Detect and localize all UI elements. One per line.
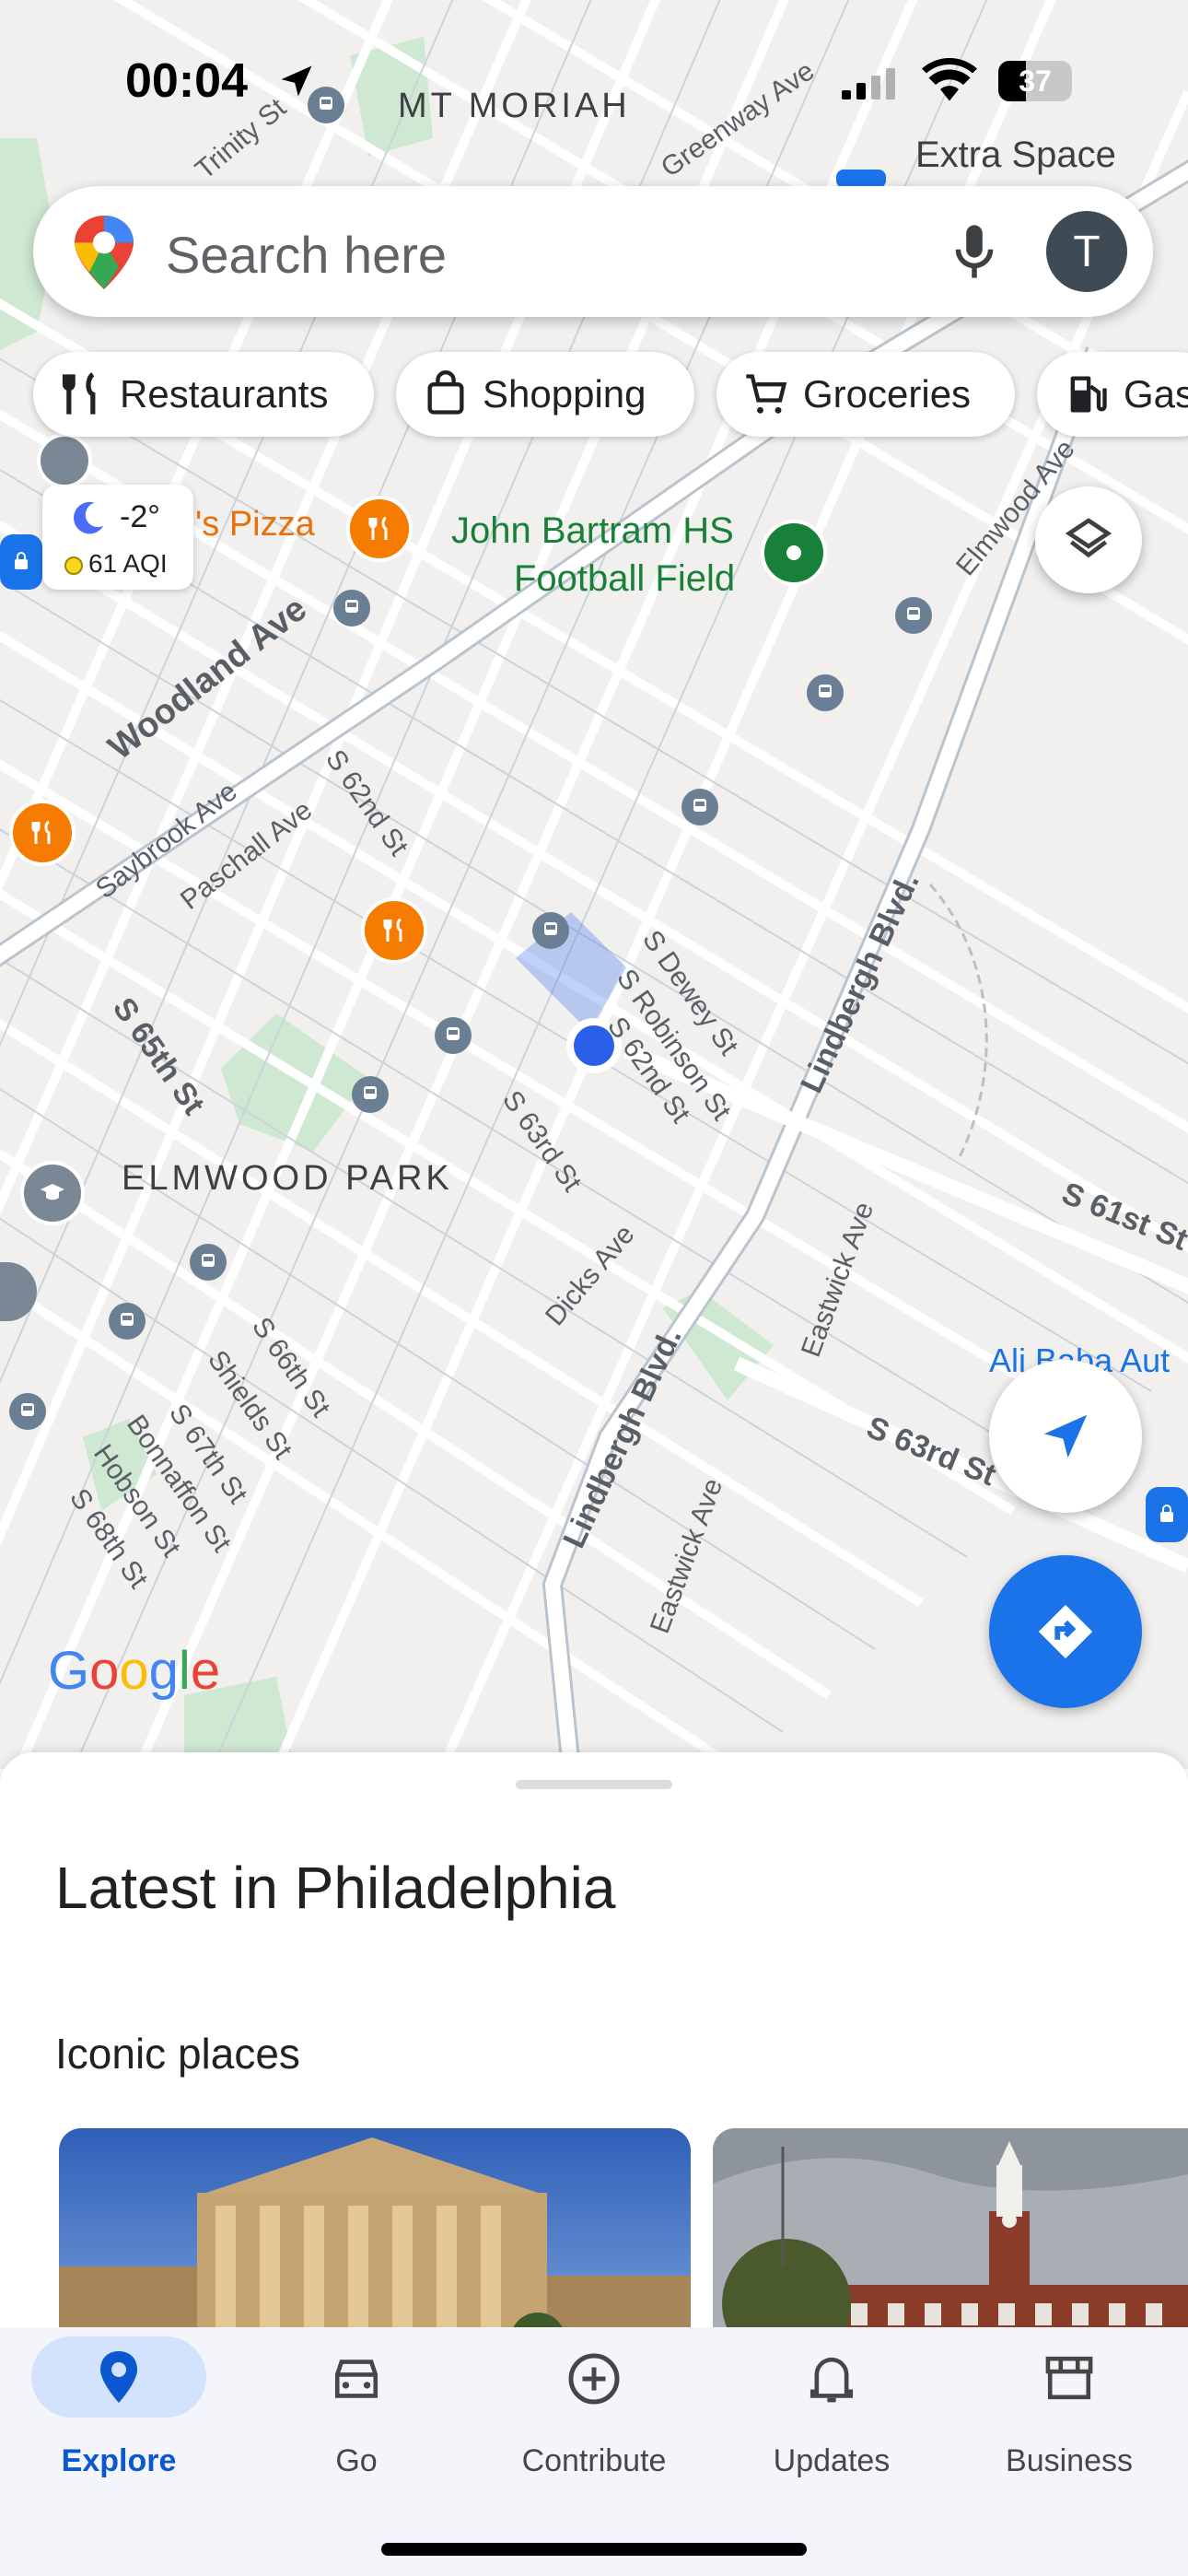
chip-label: Gas xyxy=(1124,372,1188,416)
microphone-icon[interactable] xyxy=(954,221,995,282)
chip-gas[interactable]: Gas xyxy=(1037,352,1188,437)
transit-stop-icon[interactable] xyxy=(352,1076,389,1113)
location-arrow-icon xyxy=(281,65,312,97)
transit-stop-icon[interactable] xyxy=(9,1393,46,1430)
section-title: Iconic places xyxy=(55,2030,300,2078)
home-indicator[interactable] xyxy=(381,2543,807,2556)
nav-label: Contribute xyxy=(521,2443,667,2478)
nav-label: Go xyxy=(335,2443,378,2478)
restaurant-pin-icon[interactable] xyxy=(9,800,76,866)
nav-explore[interactable]: Explore xyxy=(0,2327,238,2512)
navigation-arrow-icon xyxy=(1043,1414,1088,1458)
map-label-john-bartram: John Bartram HS xyxy=(451,510,734,551)
moon-icon xyxy=(74,501,104,534)
monument-pin-icon[interactable] xyxy=(37,433,92,488)
school-pin-icon[interactable] xyxy=(20,1161,85,1225)
my-location-button[interactable] xyxy=(989,1360,1142,1513)
directions-button[interactable] xyxy=(989,1555,1142,1708)
status-bar: 00:04 37 xyxy=(0,0,1188,157)
transit-stop-icon[interactable] xyxy=(681,789,718,825)
transit-stop-icon[interactable] xyxy=(532,912,569,949)
transit-stop-icon[interactable] xyxy=(190,1244,227,1281)
transit-stop-icon[interactable] xyxy=(109,1303,146,1340)
chip-label: Restaurants xyxy=(120,372,329,416)
nav-business[interactable]: Business xyxy=(950,2327,1188,2512)
search-bar[interactable]: Search here T xyxy=(33,186,1153,317)
car-icon xyxy=(334,2359,379,2398)
add-circle-icon xyxy=(568,2353,620,2405)
cellular-signal-icon xyxy=(842,68,895,100)
search-input[interactable]: Search here xyxy=(166,225,447,285)
nav-label: Explore xyxy=(61,2443,177,2478)
nav-updates[interactable]: Updates xyxy=(713,2327,950,2512)
layers-button[interactable] xyxy=(1035,486,1142,593)
restaurant-pin-icon[interactable] xyxy=(346,496,413,562)
gas-pump-icon xyxy=(1070,376,1107,413)
maps-logo-icon xyxy=(75,216,134,289)
storefront-icon xyxy=(1045,2356,1093,2400)
nav-go[interactable]: Go xyxy=(238,2327,475,2512)
weather-aqi: 61 AQI xyxy=(88,549,168,578)
aqi-dot-icon xyxy=(64,556,83,575)
nav-contribute[interactable]: Contribute xyxy=(475,2327,713,2512)
location-pin-icon xyxy=(100,2351,137,2403)
transit-stop-icon[interactable] xyxy=(333,590,370,626)
transit-stop-icon[interactable] xyxy=(807,674,844,711)
battery-icon: 37 xyxy=(998,61,1072,101)
chip-shopping[interactable]: Shopping xyxy=(396,352,694,437)
map-label-elmwood-park: ELMWOOD PARK xyxy=(122,1159,453,1198)
map-label-football-field: Football Field xyxy=(514,558,736,599)
bottom-navigation: Explore Go Contribute Updates Business xyxy=(0,2327,1188,2576)
chip-label: Groceries xyxy=(803,372,972,416)
weather-temp: -2° xyxy=(120,499,160,534)
directions-icon xyxy=(1038,1604,1093,1659)
cart-icon xyxy=(746,374,787,414)
status-time: 00:04 xyxy=(125,54,248,108)
bell-icon xyxy=(809,2357,854,2403)
sheet-title: Latest in Philadelphia xyxy=(55,1855,616,1921)
restaurant-pin-icon[interactable] xyxy=(361,897,427,964)
chip-label: Shopping xyxy=(483,372,646,416)
storage-pin-icon[interactable] xyxy=(836,170,886,188)
account-avatar[interactable]: T xyxy=(1046,211,1127,292)
google-logo: Google xyxy=(48,1641,221,1701)
transit-stop-icon[interactable] xyxy=(895,597,932,634)
shopping-pin-icon[interactable] xyxy=(0,534,42,590)
chip-restaurants[interactable]: Restaurants xyxy=(33,352,374,437)
transit-stop-icon[interactable] xyxy=(435,1017,472,1054)
map-label-pizza: 's Pizza xyxy=(195,505,315,544)
nav-label: Business xyxy=(1006,2443,1133,2478)
shopping-bag-icon xyxy=(427,370,464,415)
weather-widget[interactable]: -2° 61 AQI xyxy=(42,485,193,590)
stadium-pin-icon[interactable] xyxy=(761,520,827,586)
fork-knife-icon xyxy=(62,372,96,415)
layers-icon xyxy=(1065,518,1112,558)
wifi-icon xyxy=(922,58,977,101)
sheet-drag-handle[interactable] xyxy=(516,1780,672,1789)
nav-label: Updates xyxy=(773,2443,891,2478)
shopping-pin-icon[interactable] xyxy=(1146,1487,1188,1542)
battery-level: 37 xyxy=(1019,64,1052,98)
chip-groceries[interactable]: Groceries xyxy=(716,352,1015,437)
